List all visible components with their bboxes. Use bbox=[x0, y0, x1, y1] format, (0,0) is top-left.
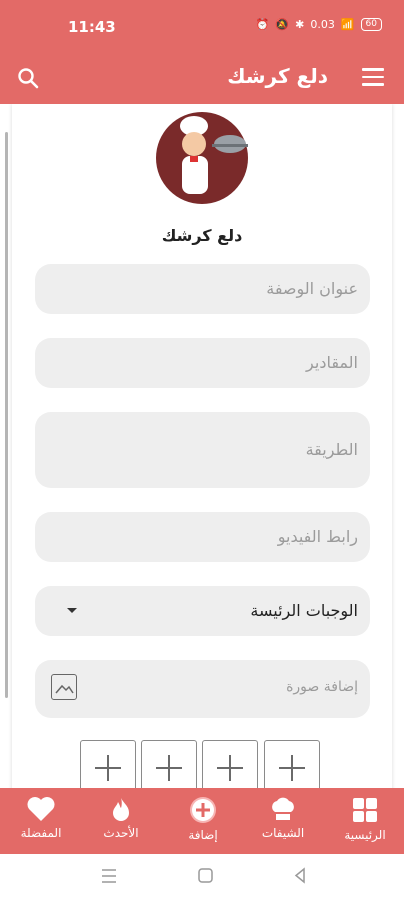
category-select[interactable]: الوجبات الرئيسة bbox=[35, 586, 370, 636]
status-time: 11:43 bbox=[68, 18, 116, 36]
method-field[interactable]: الطريقة bbox=[35, 412, 370, 488]
battery-icon: 60 bbox=[360, 18, 382, 31]
fire-icon bbox=[113, 798, 129, 821]
tab-chefs-label: الشيفات bbox=[261, 826, 305, 840]
dropdown-caret-icon bbox=[67, 608, 77, 613]
alarm-icon: ⏰ bbox=[255, 18, 270, 31]
image-upload-label: إضافة صورة bbox=[286, 679, 358, 695]
recent-apps-icon[interactable] bbox=[102, 869, 116, 883]
ingredients-placeholder: المقادير bbox=[306, 353, 358, 372]
recipe-title-field[interactable]: عنوان الوصفة bbox=[35, 264, 370, 314]
tab-chefs[interactable]: الشيفات bbox=[248, 796, 318, 840]
network-speed: 0.03 bbox=[310, 18, 335, 31]
grid-icon bbox=[353, 798, 377, 822]
recipe-title-placeholder: عنوان الوصفة bbox=[266, 279, 358, 298]
tab-favorites-label: المفضلة bbox=[20, 826, 62, 840]
video-url-field[interactable]: رابط الفيديو bbox=[35, 512, 370, 562]
mute-icon: 🔕 bbox=[275, 18, 290, 31]
main-content: دلع كرشك عنوان الوصفة المقادير الطريقة ر… bbox=[0, 104, 404, 788]
image-icon bbox=[51, 674, 77, 700]
tab-add-label: إضافة bbox=[188, 828, 218, 842]
tab-home-label: الرئيسية bbox=[344, 828, 386, 842]
chef-hat-icon bbox=[272, 797, 294, 820]
status-bar: 11:43 ⏰ 🔕 ✱ 0.03 📶 60 bbox=[0, 0, 404, 54]
bottom-nav: المفضلة الأحدث إضافة الشيفات الرئيسية bbox=[0, 788, 404, 854]
add-image-button-1[interactable] bbox=[264, 740, 320, 788]
tab-latest-label: الأحدث bbox=[103, 826, 139, 840]
system-nav-bar bbox=[0, 854, 404, 900]
app-title: دلع كرشك bbox=[227, 64, 328, 88]
brand-name: دلع كرشك bbox=[161, 226, 243, 245]
tab-latest[interactable]: الأحدث bbox=[86, 796, 156, 840]
chef-logo bbox=[146, 104, 258, 212]
add-image-button-2[interactable] bbox=[202, 740, 258, 788]
home-icon[interactable] bbox=[198, 868, 213, 883]
search-icon[interactable] bbox=[16, 66, 40, 90]
app-bar: دلع كرشك bbox=[0, 54, 404, 104]
status-icons: ⏰ 🔕 ✱ 0.03 📶 60 bbox=[256, 18, 382, 31]
add-image-button-4[interactable] bbox=[80, 740, 136, 788]
category-value: الوجبات الرئيسة bbox=[250, 601, 358, 620]
back-icon[interactable] bbox=[294, 867, 305, 884]
add-circle-icon bbox=[190, 797, 216, 823]
bluetooth-icon: ✱ bbox=[295, 18, 305, 31]
ingredients-field[interactable]: المقادير bbox=[35, 338, 370, 388]
tab-add[interactable]: إضافة bbox=[168, 796, 238, 842]
video-url-placeholder: رابط الفيديو bbox=[277, 527, 358, 546]
add-image-button-3[interactable] bbox=[141, 740, 197, 788]
menu-icon[interactable] bbox=[362, 68, 384, 86]
tab-home[interactable]: الرئيسية bbox=[330, 796, 400, 842]
image-upload-field[interactable]: إضافة صورة bbox=[35, 660, 370, 718]
method-placeholder: الطريقة bbox=[305, 440, 358, 459]
signal-icon: 📶 bbox=[340, 18, 355, 31]
scrollbar[interactable] bbox=[5, 132, 8, 698]
heart-icon bbox=[27, 797, 55, 821]
tab-favorites[interactable]: المفضلة bbox=[6, 796, 76, 840]
